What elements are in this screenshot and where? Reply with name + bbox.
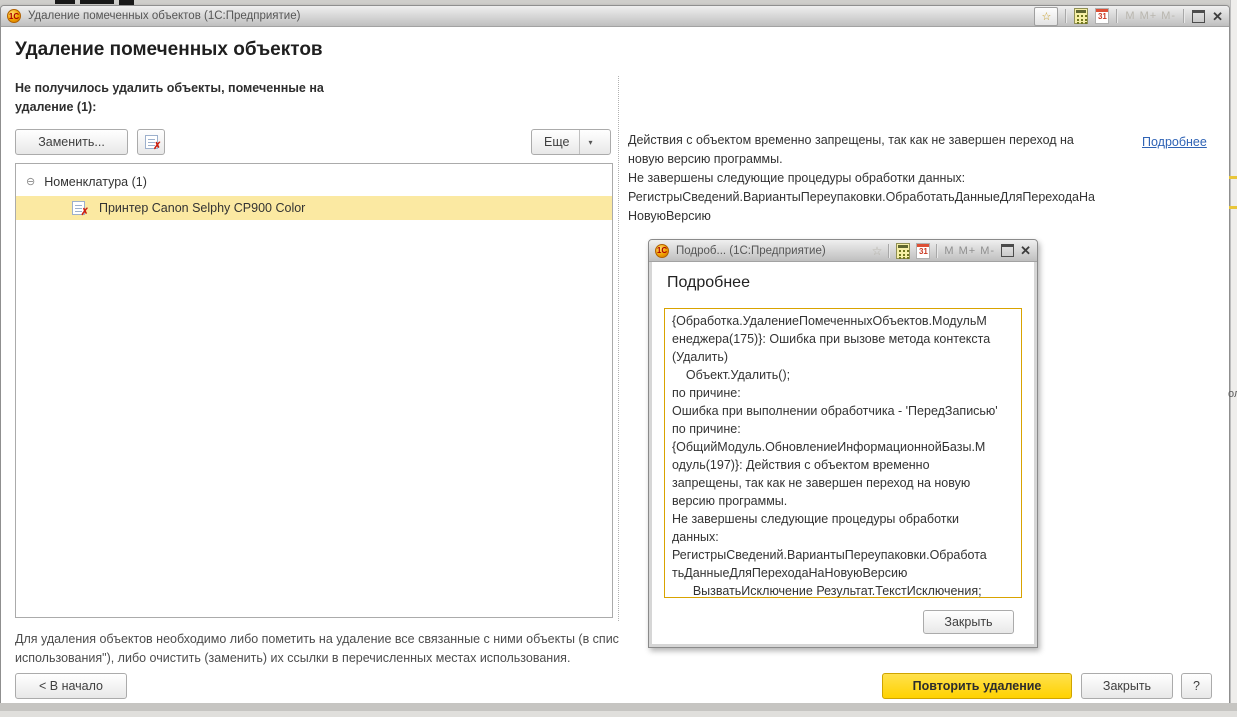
memory-buttons: M M+ M-	[1125, 10, 1176, 22]
1c-logo-icon: 1С	[7, 9, 21, 23]
dialog-titlebar[interactable]: 1С Подроб... (1С:Предприятие) ☆ 31 M M+ …	[649, 240, 1037, 262]
objects-tree[interactable]: ⊖ Номенклатура (1) ✗ Принтер Canon Selph…	[15, 163, 613, 618]
collapse-icon[interactable]: ⊖	[26, 177, 35, 188]
deletion-hint-text: Для удаления объектов необходимо либо по…	[15, 630, 695, 668]
details-link[interactable]: Подробнее	[1142, 135, 1207, 149]
details-dialog: 1С Подроб... (1С:Предприятие) ☆ 31 M M+ …	[648, 239, 1038, 648]
favorites-star-button[interactable]: ☆	[1034, 7, 1058, 26]
restriction-reason-text: Действия с объектом временно запрещены, …	[628, 131, 1133, 226]
titlebar-separator	[1116, 9, 1118, 23]
calculator-icon[interactable]	[1074, 8, 1088, 24]
maximize-icon[interactable]	[1001, 244, 1014, 257]
background-window-fragment	[55, 0, 75, 4]
screen: 1С Удаление помеченных объектов (1С:Пред…	[0, 0, 1237, 717]
dialog-body: Подробнее {Обработка.УдалениеПомеченныхО…	[652, 262, 1034, 644]
tree-item-row[interactable]: ✗ Принтер Canon Selphy CP900 Color	[16, 196, 612, 220]
close-button[interactable]: Закрыть	[1081, 673, 1173, 699]
titlebar-separator	[888, 244, 890, 258]
main-window: 1С Удаление помеченных объектов (1С:Пред…	[0, 5, 1230, 704]
close-icon[interactable]: ✕	[1212, 10, 1223, 23]
back-to-start-button[interactable]: < В начало	[15, 673, 127, 699]
favorites-star-icon: ☆	[872, 244, 883, 258]
calendar-icon[interactable]: 31	[916, 243, 930, 259]
marked-for-deletion-icon: ✗	[72, 201, 85, 215]
dialog-heading: Подробнее	[667, 274, 750, 292]
maximize-icon[interactable]	[1192, 10, 1205, 23]
desktop-background	[0, 703, 1237, 711]
tree-group-row[interactable]: ⊖ Номенклатура (1)	[16, 170, 612, 194]
titlebar-separator	[936, 244, 938, 258]
panel-splitter[interactable]	[618, 76, 619, 621]
edge-text-fragment: ол	[1228, 388, 1237, 400]
retry-deletion-button[interactable]: Повторить удаление	[882, 673, 1072, 699]
page-title: Удаление помеченных объектов	[15, 39, 323, 61]
calendar-icon[interactable]: 31	[1095, 8, 1109, 24]
failed-to-delete-message: Не получилось удалить объекты, помеченны…	[15, 79, 395, 117]
memory-buttons: M M+ M-	[944, 245, 995, 257]
close-icon[interactable]: ✕	[1020, 244, 1031, 257]
dialog-close-button[interactable]: Закрыть	[923, 610, 1014, 634]
main-titlebar[interactable]: 1С Удаление помеченных объектов (1С:Пред…	[1, 6, 1229, 27]
titlebar-separator	[1183, 9, 1185, 23]
background-window-fragment	[80, 0, 114, 4]
dialog-title: Подроб... (1С:Предприятие)	[676, 245, 826, 257]
background-window-sliver	[1230, 0, 1237, 717]
edge-yellow-mark	[1229, 206, 1237, 209]
edge-yellow-mark	[1229, 176, 1237, 179]
help-button[interactable]: ?	[1181, 673, 1212, 699]
1c-logo-icon: 1С	[655, 244, 669, 258]
chevron-down-icon: ▾	[579, 130, 592, 154]
desktop-background	[0, 711, 1237, 717]
calculator-icon[interactable]	[896, 243, 910, 259]
titlebar-separator	[1065, 9, 1067, 23]
window-title: Удаление помеченных объектов (1С:Предпри…	[28, 10, 300, 22]
more-button[interactable]: Еще ▾	[531, 129, 611, 155]
replace-button[interactable]: Заменить...	[15, 129, 128, 155]
tree-group-label: Номенклатура (1)	[44, 175, 147, 189]
delete-reference-button[interactable]: ✗	[137, 129, 165, 155]
error-details-textarea[interactable]: {Обработка.УдалениеПомеченныхОбъектов.Мо…	[664, 308, 1022, 598]
document-red-x-icon: ✗	[145, 135, 158, 149]
tree-item-label: Принтер Canon Selphy CP900 Color	[99, 201, 305, 215]
